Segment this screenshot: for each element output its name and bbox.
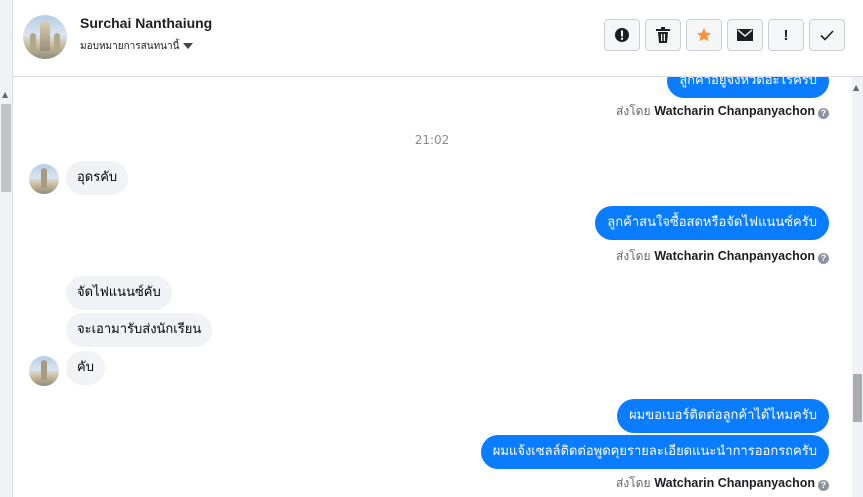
mark-important-button[interactable]: !	[768, 19, 804, 51]
help-icon[interactable]: ?	[818, 480, 829, 491]
done-button[interactable]	[809, 19, 845, 51]
contact-name[interactable]: Surchai Nanthaiung	[80, 15, 212, 31]
agent-name[interactable]: Watcharin Chanpanyachon	[654, 104, 815, 118]
incoming-message[interactable]: อุดรคับ	[66, 161, 129, 195]
thread-scrollbar[interactable]: ▲	[852, 77, 863, 497]
help-icon[interactable]: ?	[818, 108, 829, 119]
delete-button[interactable]	[645, 19, 681, 51]
incoming-message[interactable]: จัดไฟแนนซ์คับ	[66, 276, 172, 310]
outgoing-message[interactable]: ลูกค้าสนใจซื้อสดหรือจัดไฟแนนซ์ครับ	[595, 206, 829, 240]
conversation-header: Surchai Nanthaiung มอบหมายการสนทนานี้ !	[13, 0, 863, 77]
assign-conversation-dropdown[interactable]: มอบหมายการสนทนานี้	[80, 39, 194, 54]
left-scrollbar[interactable]: ▲	[0, 0, 13, 497]
mail-icon	[737, 29, 753, 41]
agent-name[interactable]: Watcharin Chanpanyachon	[654, 249, 815, 263]
alert-button[interactable]	[604, 19, 640, 51]
help-icon[interactable]: ?	[818, 253, 829, 264]
mail-button[interactable]	[727, 19, 763, 51]
outgoing-message[interactable]: ผมขอเบอร์ติดต่อลูกค้าได้ไหมครับ	[617, 399, 829, 433]
header-actions: !	[604, 19, 845, 51]
sent-by-prefix: ส่งโดย	[616, 104, 651, 118]
sent-by-prefix: ส่งโดย	[616, 249, 651, 263]
timestamp: 21:02	[414, 133, 450, 147]
caret-down-icon	[183, 43, 194, 49]
outgoing-message[interactable]: ผมแจ้งเซลล์ติดต่อพูดคุยรายละเอียดแนะนำกา…	[480, 435, 829, 469]
trash-icon	[656, 27, 670, 43]
left-scroll-thumb[interactable]	[1, 104, 11, 192]
scroll-up-arrow-icon[interactable]: ▲	[2, 90, 8, 99]
incoming-message[interactable]: จะเอามารับส่งนักเรียน	[66, 313, 213, 347]
outgoing-message[interactable]: ลูกค้าอยู่จังหวัดอะไรครับ	[667, 77, 829, 98]
avatar[interactable]	[29, 164, 59, 194]
agent-name[interactable]: Watcharin Chanpanyachon	[654, 476, 815, 490]
thread-scroll-thumb[interactable]	[853, 374, 862, 422]
alert-icon	[615, 28, 629, 42]
check-icon	[820, 29, 834, 41]
avatar[interactable]	[29, 356, 59, 386]
assign-label: มอบหมายการสนทนานี้	[80, 41, 180, 52]
sent-by-line: ส่งโดย Watcharin Chanpanyachon?	[616, 102, 829, 121]
incoming-message[interactable]: คับ	[66, 351, 105, 385]
sent-by-prefix: ส่งโดย	[616, 476, 651, 490]
scroll-up-arrow-icon[interactable]: ▲	[853, 83, 859, 92]
exclamation-icon: !	[783, 26, 789, 44]
avatar[interactable]	[23, 15, 67, 59]
sent-by-line: ส่งโดย Watcharin Chanpanyachon?	[616, 474, 829, 493]
sent-by-line: ส่งโดย Watcharin Chanpanyachon?	[616, 247, 829, 266]
message-thread: ลูกค้าอยู่จังหวัดอะไรครับ ส่งโดย Watchar…	[13, 77, 851, 497]
star-icon	[697, 28, 711, 42]
star-button[interactable]	[686, 19, 722, 51]
